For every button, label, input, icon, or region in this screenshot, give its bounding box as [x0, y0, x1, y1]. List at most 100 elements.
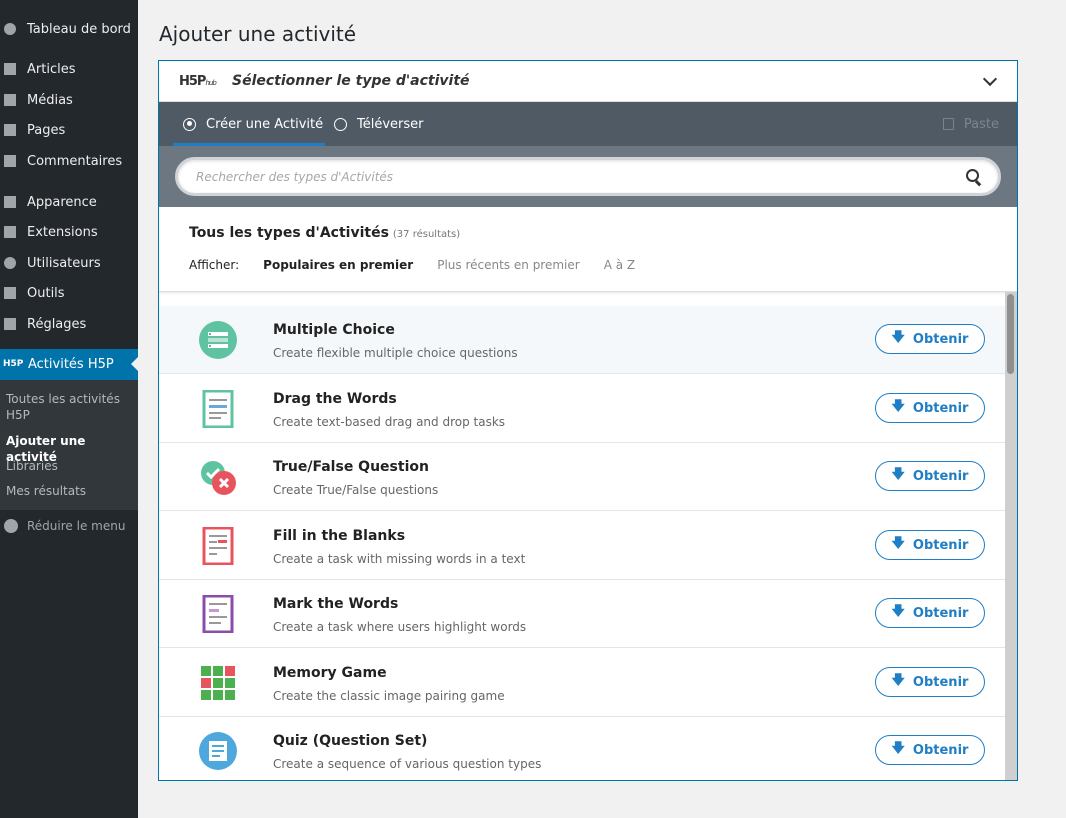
list-item[interactable]: True/False Question Create True/False qu…: [159, 443, 1005, 511]
item-title: Quiz (Question Set): [273, 733, 428, 749]
radio-unchecked-icon: [334, 117, 347, 131]
brush-icon: [4, 196, 16, 208]
download-icon: 🡇: [891, 741, 905, 756]
content-type-list: Multiple Choice Create flexible multiple…: [159, 291, 1017, 780]
hub-title: Sélectionner le type d'activité: [232, 73, 470, 89]
sidebar-item-comments[interactable]: Commentaires: [0, 147, 138, 175]
multiple-choice-icon: [199, 321, 237, 359]
search-icon[interactable]: [966, 168, 982, 185]
get-label: Obtenir: [912, 605, 969, 621]
sidebar-item-label: Articles: [27, 61, 76, 77]
sort-options: Afficher: Populaires en premier Plus réc…: [189, 258, 659, 272]
item-description: Create True/False questions: [273, 483, 439, 497]
sort-alphabetical[interactable]: A à Z: [604, 258, 635, 272]
download-icon: 🡇: [891, 673, 905, 688]
get-label: Obtenir: [912, 468, 969, 484]
comment-icon: [4, 155, 16, 167]
item-title: Mark the Words: [273, 596, 399, 612]
sidebar-item-label: Commentaires: [27, 153, 123, 169]
get-button[interactable]: 🡇 Obtenir: [875, 530, 985, 560]
list-item[interactable]: Fill in the Blanks Create a task with mi…: [159, 512, 1005, 580]
collapse-label: Réduire le menu: [27, 519, 126, 533]
search-field-wrapper: [175, 157, 1001, 196]
get-button[interactable]: 🡇 Obtenir: [875, 667, 985, 697]
get-label: Obtenir: [912, 537, 969, 553]
results-count: (37 résultats): [392, 229, 461, 240]
hub-tabs: Créer une Activité Téléverser Paste: [159, 102, 1017, 146]
fill-blanks-icon: [202, 527, 234, 565]
sidebar-item-extensions[interactable]: Extensions: [0, 218, 138, 246]
mark-words-icon: [202, 595, 234, 633]
get-label: Obtenir: [912, 742, 969, 758]
sidebar-item-articles[interactable]: Articles: [0, 55, 138, 83]
download-icon: 🡇: [891, 536, 905, 551]
get-button[interactable]: 🡇 Obtenir: [875, 324, 985, 354]
download-icon: 🡇: [891, 330, 905, 345]
sort-newest[interactable]: Plus récents en premier: [437, 258, 579, 272]
paste-button[interactable]: Paste: [942, 102, 999, 146]
item-title: Multiple Choice: [273, 322, 395, 338]
item-description: Create a task where users highlight word…: [273, 620, 527, 634]
results-header: Tous les types d'Activités (37 résultats)…: [159, 207, 1017, 291]
sidebar-item-label: Tableau de bord: [27, 21, 131, 37]
sidebar-item-media[interactable]: Médias: [0, 86, 138, 114]
get-label: Obtenir: [912, 400, 969, 416]
true-false-icon: [201, 461, 236, 495]
get-button[interactable]: 🡇 Obtenir: [875, 393, 985, 423]
submenu-results[interactable]: Mes résultats: [6, 483, 132, 499]
list-item[interactable]: Quiz (Question Set) Create a sequence of…: [159, 717, 1005, 780]
sidebar-item-appearance[interactable]: Apparence: [0, 188, 138, 216]
pin-icon: [4, 63, 16, 75]
sidebar-item-users[interactable]: Utilisateurs: [0, 249, 138, 277]
item-title: Drag the Words: [273, 391, 397, 407]
hub-header[interactable]: H5Phub Sélectionner le type d'activité: [159, 61, 1017, 102]
collapse-menu-button[interactable]: Réduire le menu: [0, 512, 138, 540]
tab-label: Créer une Activité: [206, 116, 324, 132]
clipboard-icon: [942, 118, 954, 130]
item-description: Create the classic image pairing game: [273, 689, 505, 703]
sidebar-item-h5p[interactable]: H5P Activités H5P: [0, 349, 138, 380]
sidebar-item-tools[interactable]: Outils: [0, 279, 138, 307]
list-item[interactable]: Drag the Words Create text-based drag an…: [159, 375, 1005, 443]
sidebar-item-pages[interactable]: Pages: [0, 116, 138, 144]
search-input[interactable]: [178, 169, 966, 184]
sidebar-item-label: Pages: [27, 122, 66, 138]
sidebar-item-label: Utilisateurs: [27, 255, 101, 271]
hub-logo-sub: hub: [205, 78, 216, 87]
plugin-icon: [4, 226, 16, 238]
page-icon: [4, 124, 16, 136]
list-item[interactable]: Multiple Choice Create flexible multiple…: [159, 306, 1005, 374]
h5p-hub-logo: H5Phub: [179, 74, 221, 89]
sort-label: Afficher:: [189, 258, 240, 272]
results-title: Tous les types d'Activités (37 résultats): [189, 225, 460, 241]
chevron-down-icon[interactable]: [982, 71, 998, 87]
tab-create-activity[interactable]: Créer une Activité: [183, 102, 323, 146]
h5p-hub: H5Phub Sélectionner le type d'activité C…: [158, 60, 1018, 781]
get-button[interactable]: 🡇 Obtenir: [875, 735, 985, 765]
get-button[interactable]: 🡇 Obtenir: [875, 461, 985, 491]
get-label: Obtenir: [912, 674, 969, 690]
item-title: Fill in the Blanks: [273, 528, 406, 544]
scroll-thumb[interactable]: [1007, 294, 1014, 374]
quiz-icon: [199, 732, 237, 770]
submenu-all-activities[interactable]: Toutes les activités H5P: [6, 391, 132, 423]
get-label: Obtenir: [912, 331, 969, 347]
download-icon: 🡇: [891, 399, 905, 414]
item-description: Create text-based drag and drop tasks: [273, 415, 506, 429]
list-scrollbar[interactable]: [1005, 292, 1017, 780]
tab-upload[interactable]: Téléverser: [334, 102, 424, 146]
user-icon: [4, 257, 16, 269]
submenu-libraries[interactable]: Libraries: [6, 458, 132, 474]
sort-popular[interactable]: Populaires en premier: [263, 258, 413, 272]
get-button[interactable]: 🡇 Obtenir: [875, 598, 985, 628]
hub-logo-text: H5P: [179, 73, 206, 89]
admin-sidebar: Tableau de bord Articles Médias Pages Co…: [0, 0, 138, 818]
list-item[interactable]: Memory Game Create the classic image pai…: [159, 649, 1005, 717]
sidebar-item-dashboard[interactable]: Tableau de bord: [0, 15, 138, 43]
h5p-submenu: Toutes les activités H5P Ajouter une act…: [0, 380, 138, 510]
sidebar-item-settings[interactable]: Réglages: [0, 310, 138, 338]
results-title-text: Tous les types d'Activités: [189, 225, 389, 241]
media-icon: [4, 94, 16, 106]
current-menu-arrow: [131, 357, 138, 371]
list-item[interactable]: Mark the Words Create a task where users…: [159, 580, 1005, 648]
